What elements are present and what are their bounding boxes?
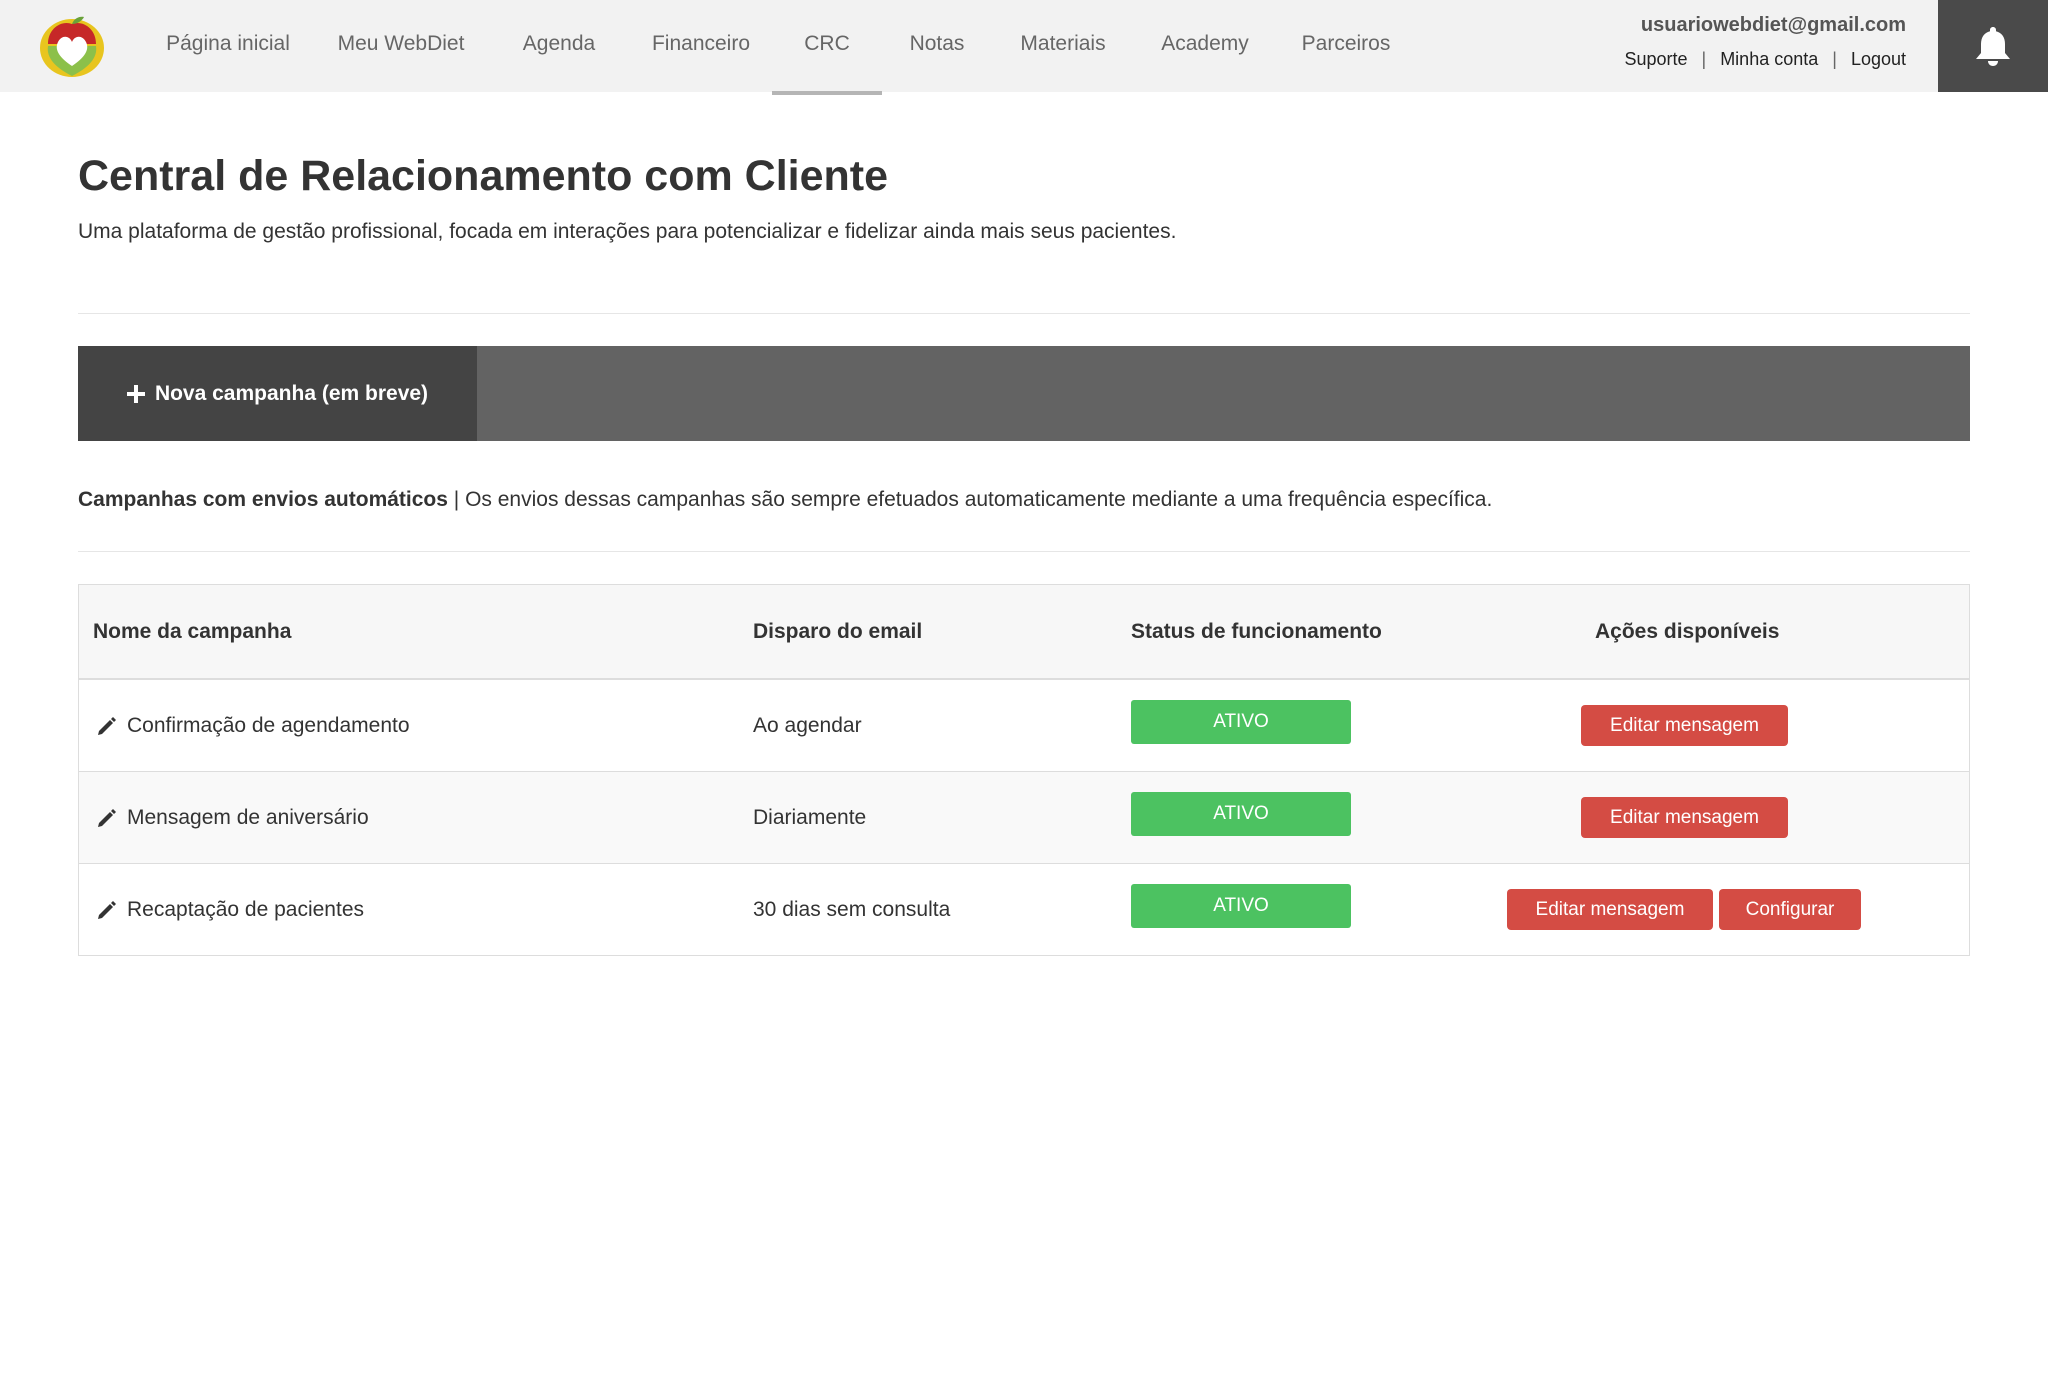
pencil-icon[interactable] — [97, 808, 117, 828]
nav-item-crc[interactable]: CRC — [804, 0, 850, 92]
nav-item-academy[interactable]: Academy — [1161, 0, 1249, 92]
status-badge: ATIVO — [1131, 700, 1351, 744]
header-email-trigger: Disparo do email — [753, 620, 923, 643]
status-badge: ATIVO — [1131, 792, 1351, 836]
status-badge: ATIVO — [1131, 884, 1351, 928]
auto-campaigns-heading: Campanhas com envios automáticos — [78, 488, 448, 511]
nav-item-parceiros[interactable]: Parceiros — [1302, 0, 1391, 92]
plus-icon — [126, 384, 145, 403]
nav-item-pagina-inicial[interactable]: Página inicial — [166, 0, 290, 92]
email-trigger: Diariamente — [753, 806, 867, 829]
new-campaign-label: Nova campanha (em breve) — [154, 381, 429, 405]
nav-item-notas[interactable]: Notas — [910, 0, 965, 92]
table-row: Confirmação de agendamento Ao agendar AT… — [79, 680, 1969, 772]
campaigns-table: Nome da campanha Disparo do email Status… — [78, 584, 1970, 956]
link-separator: | — [1701, 49, 1707, 69]
edit-message-button[interactable]: Editar mensagem — [1507, 889, 1713, 930]
user-menu: usuariowebdiet@gmail.com Suporte | Minha c… — [1624, 14, 1906, 70]
user-email: usuariowebdiet@gmail.com — [1640, 14, 1906, 36]
link-separator: | — [1832, 49, 1837, 69]
campaign-name: Recaptação de pacientes — [127, 898, 364, 921]
header-status: Status de funcionamento — [1131, 620, 1382, 643]
bell-icon — [1976, 27, 2010, 66]
divider — [78, 551, 1970, 552]
configure-button[interactable]: Configurar — [1719, 889, 1861, 930]
logout-link[interactable]: Logout — [1851, 49, 1906, 69]
email-trigger: Ao agendar — [753, 714, 862, 737]
nav-item-materiais[interactable]: Materiais — [1020, 0, 1105, 92]
table-header: Nome da campanha Disparo do email Status… — [79, 585, 1969, 680]
my-account-link[interactable]: Minha conta — [1720, 49, 1818, 69]
edit-message-button[interactable]: Editar mensagem — [1581, 705, 1788, 746]
webdiet-logo-icon[interactable] — [36, 14, 108, 78]
table-row: Mensagem de aniversário Diariamente ATIV… — [79, 772, 1969, 864]
pencil-icon[interactable] — [97, 900, 117, 920]
page-subtitle: Uma plataforma de gestão profissional, f… — [78, 220, 1177, 243]
nav-item-agenda[interactable]: Agenda — [523, 0, 595, 92]
top-navigation-bar: Página inicial Meu WebDiet Agenda Financ… — [0, 0, 2048, 95]
auto-campaigns-text: Os envios dessas campanhas são sempre ef… — [465, 488, 1493, 511]
divider — [78, 313, 1970, 314]
campaign-name: Mensagem de aniversário — [127, 806, 369, 829]
table-row: Recaptação de pacientes 30 dias sem cons… — [79, 864, 1969, 955]
header-campaign-name: Nome da campanha — [93, 620, 292, 643]
pencil-icon[interactable] — [97, 716, 117, 736]
notifications-button[interactable] — [1938, 0, 2048, 92]
new-campaign-button[interactable]: Nova campanha (em breve) — [78, 346, 477, 441]
page-title: Central de Relacionamento com Cliente — [78, 152, 889, 200]
support-link[interactable]: Suporte — [1624, 49, 1687, 69]
active-nav-indicator — [772, 91, 882, 95]
nav-item-financeiro[interactable]: Financeiro — [652, 0, 750, 92]
user-links: Suporte | Minha conta | Logout — [1624, 49, 1906, 70]
campaign-name: Confirmação de agendamento — [127, 714, 410, 737]
nav-item-meu-webdiet[interactable]: Meu WebDiet — [338, 0, 465, 92]
header-actions: Ações disponíveis — [1595, 620, 1780, 643]
edit-message-button[interactable]: Editar mensagem — [1581, 797, 1788, 838]
email-trigger: 30 dias sem consulta — [753, 898, 951, 921]
heading-separator: | — [447, 488, 466, 511]
auto-campaigns-description: Campanhas com envios automáticos | Os en… — [78, 488, 1492, 512]
campaign-toolbar: Nova campanha (em breve) — [78, 346, 1970, 441]
